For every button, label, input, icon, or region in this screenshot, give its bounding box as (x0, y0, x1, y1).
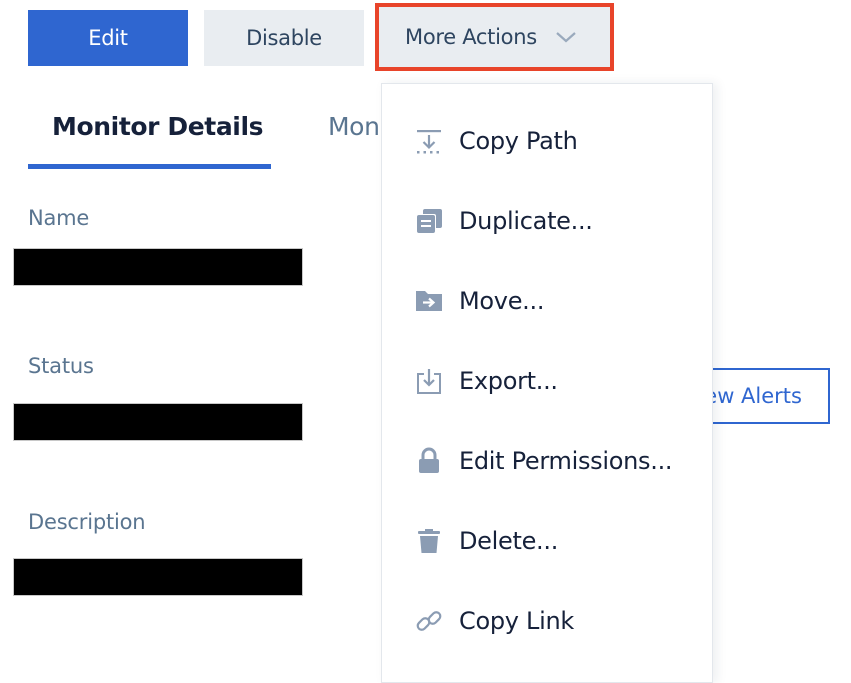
name-label: Name (28, 206, 90, 230)
lock-icon (414, 446, 444, 476)
menu-item-label: Copy Link (459, 607, 574, 635)
menu-item-delete[interactable]: Delete... (382, 511, 712, 571)
menu-item-move[interactable]: Move... (382, 271, 712, 331)
menu-item-edit-permissions[interactable]: Edit Permissions... (382, 431, 712, 491)
more-actions-label: More Actions (405, 25, 537, 49)
edit-button-label: Edit (88, 26, 128, 50)
link-icon (414, 606, 444, 636)
more-actions-button[interactable]: More Actions (375, 3, 614, 71)
name-value-redacted (13, 248, 303, 286)
duplicate-icon (414, 206, 444, 236)
disable-button-label: Disable (246, 26, 322, 50)
menu-item-duplicate[interactable]: Duplicate... (382, 191, 712, 251)
status-label: Status (28, 354, 94, 378)
description-value-redacted (13, 558, 303, 596)
description-label: Description (28, 510, 146, 534)
menu-item-export[interactable]: Export... (382, 351, 712, 411)
menu-item-label: Delete... (459, 527, 559, 555)
menu-item-copy-path[interactable]: Copy Path (382, 111, 712, 171)
disable-button[interactable]: Disable (204, 10, 364, 66)
edit-button[interactable]: Edit (28, 10, 188, 66)
copy-path-icon (414, 126, 444, 156)
status-value-redacted (13, 403, 303, 441)
export-icon (414, 366, 444, 396)
chevron-down-icon (555, 30, 577, 44)
active-tab-indicator (28, 164, 271, 169)
move-folder-icon (414, 286, 444, 316)
menu-item-label: Export... (459, 367, 558, 395)
menu-item-label: Move... (459, 287, 545, 315)
tab-monitor-details[interactable]: Monitor Details (52, 112, 264, 141)
menu-item-copy-link[interactable]: Copy Link (382, 591, 712, 651)
menu-item-label: Copy Path (459, 127, 578, 155)
trash-icon (414, 526, 444, 556)
tab-monitor[interactable]: Monitor (328, 112, 380, 141)
menu-item-label: Duplicate... (459, 207, 593, 235)
more-actions-menu: Copy Path Duplicate... Move... Export...… (381, 83, 713, 683)
menu-item-label: Edit Permissions... (459, 447, 673, 475)
